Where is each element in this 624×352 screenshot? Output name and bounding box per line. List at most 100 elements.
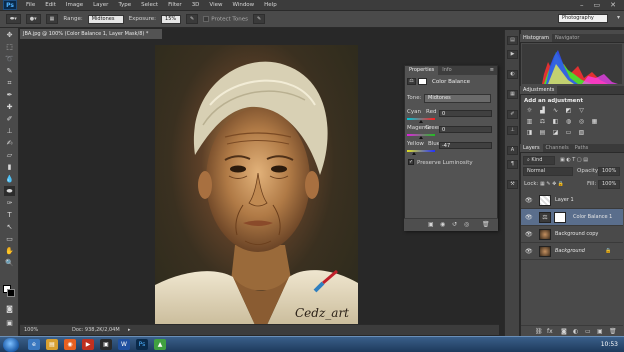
doc-size-info[interactable]: Doc: 938,2K/2,04M: [72, 325, 120, 335]
tab-adjustments[interactable]: Adjustments: [520, 86, 558, 94]
document-tab[interactable]: JBA.jpg @ 100% (Color Balance 1, Layer M…: [20, 29, 162, 39]
zoom-level[interactable]: 100%: [24, 325, 38, 335]
cyan-red-value[interactable]: 0: [439, 110, 492, 117]
workspace-select[interactable]: Photography: [558, 14, 608, 23]
start-button[interactable]: [3, 337, 19, 352]
posterize-icon[interactable]: ▤: [538, 129, 547, 137]
layer-mask-thumbnail[interactable]: [554, 212, 566, 223]
blend-mode-select[interactable]: Normal: [523, 167, 573, 176]
visibility-eye-icon[interactable]: 👁: [525, 209, 533, 226]
photo-filter-icon[interactable]: ◍: [564, 118, 573, 126]
blur-tool-icon[interactable]: 💧: [4, 174, 15, 184]
magenta-green-value[interactable]: 0: [439, 126, 492, 133]
visibility-eye-icon[interactable]: 👁: [525, 243, 533, 260]
tab-properties[interactable]: Properties: [405, 66, 439, 75]
lasso-tool-icon[interactable]: ➰: [4, 54, 15, 64]
eraser-tool-icon[interactable]: ▱: [4, 150, 15, 160]
invert-icon[interactable]: ◨: [525, 129, 534, 137]
airbrush-icon[interactable]: ✎: [186, 14, 199, 24]
range-select[interactable]: Midtones: [87, 14, 124, 24]
magenta-green-thumb[interactable]: [419, 136, 423, 139]
close-button[interactable]: ✕: [610, 1, 616, 9]
sponge-tool-icon[interactable]: ⬬: [4, 186, 15, 196]
view-previous-icon[interactable]: ◉: [440, 221, 445, 228]
pressure-icon[interactable]: ✎: [252, 14, 266, 24]
layer-filter-kind[interactable]: ⌕ Kind: [523, 156, 555, 165]
color-balance-icon[interactable]: ⚖: [538, 118, 547, 126]
tab-paths[interactable]: Paths: [572, 144, 592, 152]
firefox-icon[interactable]: ◉: [64, 339, 76, 350]
exposure-field[interactable]: 15%: [161, 14, 182, 24]
status-menu-icon[interactable]: ▸: [128, 325, 131, 335]
menu-image[interactable]: Image: [61, 2, 88, 8]
black-white-icon[interactable]: ◧: [551, 118, 560, 126]
hue-saturation-icon[interactable]: ▥: [525, 118, 534, 126]
gradient-map-icon[interactable]: ▭: [564, 129, 573, 137]
trash-icon[interactable]: 🗑: [482, 221, 490, 228]
menu-type[interactable]: Type: [113, 2, 136, 8]
exposure-icon[interactable]: ◩: [564, 107, 573, 115]
gradient-tool-icon[interactable]: ▮: [4, 162, 15, 172]
brush-size-picker[interactable]: ●▾: [25, 14, 41, 24]
menu-view[interactable]: View: [204, 2, 227, 8]
yellow-blue-thumb[interactable]: [412, 152, 417, 155]
pen-tool-icon[interactable]: ✑: [4, 198, 15, 208]
yellow-blue-slider[interactable]: [407, 150, 435, 152]
layer-filter-icons[interactable]: ▣ ◐ T ▢ ▤: [560, 157, 588, 163]
path-select-tool-icon[interactable]: ↖: [4, 222, 15, 232]
canvas-image[interactable]: Cedz_art: [155, 45, 358, 325]
preserve-luminosity-checkbox[interactable]: ✓: [408, 159, 414, 165]
layer-mask-icon[interactable]: [418, 78, 427, 85]
layer-row-background[interactable]: 👁 Background 🔒: [521, 243, 623, 260]
ie-icon[interactable]: e: [28, 339, 40, 350]
app-icon-2[interactable]: ▲: [154, 339, 166, 350]
healing-brush-tool-icon[interactable]: ✚: [4, 102, 15, 112]
panel-menu-icon[interactable]: ≡: [490, 66, 497, 75]
tab-histogram[interactable]: Histogram: [520, 34, 552, 42]
brush-tool-icon[interactable]: ✐: [4, 114, 15, 124]
yellow-blue-value[interactable]: -47: [439, 142, 492, 149]
channel-mixer-icon[interactable]: ◎: [577, 118, 586, 126]
layer-row-layer-1[interactable]: 👁 Layer 1: [521, 192, 623, 209]
character-panel-icon[interactable]: A: [507, 146, 518, 155]
menu-filter[interactable]: Filter: [163, 2, 187, 8]
workspace-dropdown-icon[interactable]: ▾: [617, 14, 620, 21]
threshold-icon[interactable]: ◪: [551, 129, 560, 137]
swatches-panel-icon[interactable]: ▦: [507, 90, 518, 99]
screen-mode-icon[interactable]: ▣: [4, 318, 15, 328]
reset-icon[interactable]: ↺: [452, 221, 457, 228]
background-color-swatch[interactable]: [7, 289, 15, 297]
history-brush-tool-icon[interactable]: ✍: [4, 138, 15, 148]
tab-navigator[interactable]: Navigator: [552, 34, 582, 42]
visibility-eye-icon[interactable]: 👁: [525, 192, 533, 209]
menu-layer[interactable]: Layer: [88, 2, 113, 8]
app-icon[interactable]: ▣: [100, 339, 112, 350]
vibrance-icon[interactable]: ▽: [577, 107, 586, 115]
brush-panel-icon[interactable]: ▦: [45, 14, 59, 24]
color-lookup-icon[interactable]: ▦: [590, 118, 599, 126]
menu-3d[interactable]: 3D: [187, 2, 205, 8]
tool-presets-panel-icon[interactable]: ⚒: [507, 180, 518, 189]
word-icon[interactable]: W: [118, 339, 130, 350]
clone-source-panel-icon[interactable]: ⊥: [507, 126, 518, 135]
eyedropper-tool-icon[interactable]: ✒: [4, 90, 15, 100]
brush-panel-icon-strip[interactable]: ✐: [507, 110, 518, 119]
zoom-tool-icon[interactable]: 🔍: [4, 258, 15, 268]
marquee-tool-icon[interactable]: ⬚: [4, 42, 15, 52]
layer-row-color-balance-1[interactable]: 👁 ⚖ Color Balance 1: [521, 209, 623, 226]
explorer-icon[interactable]: ▤: [46, 339, 58, 350]
menu-file[interactable]: File: [21, 2, 40, 8]
tone-select[interactable]: Midtones: [424, 94, 491, 103]
quick-mask-icon[interactable]: ◙: [4, 304, 15, 314]
menu-help[interactable]: Help: [259, 2, 282, 8]
tab-info[interactable]: Info: [438, 66, 455, 75]
maximize-button[interactable]: ▭: [594, 1, 601, 9]
hand-tool-icon[interactable]: ✋: [4, 246, 15, 256]
selective-color-icon[interactable]: ▧: [577, 129, 586, 137]
cyan-red-thumb[interactable]: [419, 120, 423, 123]
minimize-button[interactable]: –: [580, 1, 584, 9]
clip-to-layer-icon[interactable]: ▣: [428, 221, 434, 228]
history-panel-icon[interactable]: ▤: [507, 36, 518, 45]
photoshop-taskbar-icon[interactable]: Ps: [136, 339, 148, 350]
menu-select[interactable]: Select: [136, 2, 163, 8]
